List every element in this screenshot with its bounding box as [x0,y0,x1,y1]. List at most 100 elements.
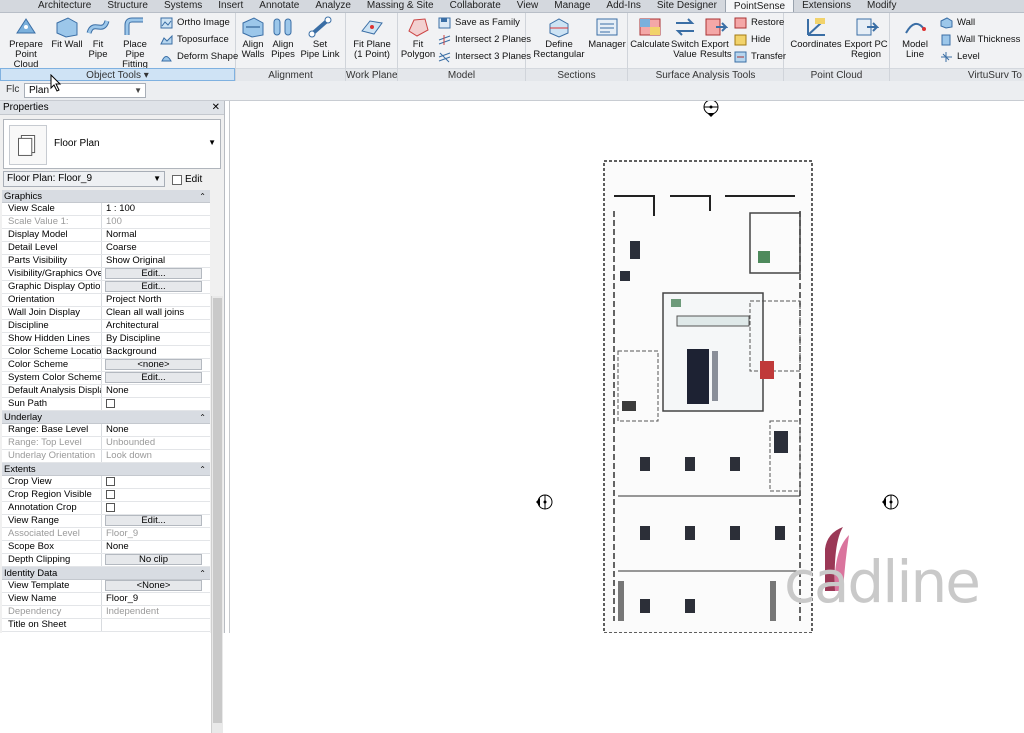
scrollbar-thumb[interactable] [213,298,222,723]
tab-view[interactable]: View [509,0,547,12]
intersect-2-planes-button[interactable]: Intersect 2 Planes [438,32,531,48]
property-edit-button[interactable]: Edit... [105,281,202,292]
property-value[interactable]: None [104,541,210,553]
edit-type-button[interactable]: Edit Type [169,171,222,201]
tab-analyze[interactable]: Analyze [307,0,359,12]
hide-button[interactable]: Hide [734,32,771,48]
group-header[interactable]: Underlay ⌃ [2,411,210,424]
property-value[interactable] [104,619,210,631]
vs-wall-thickness-button[interactable]: Wall Thickness [940,32,1020,48]
coordinates-label: Coordinates [790,39,842,50]
group-header[interactable]: Graphics ⌃ [2,190,210,203]
checkbox[interactable] [106,490,115,499]
switch-value-button[interactable]: Switch Value [670,15,700,60]
collapse-icon[interactable]: ⌃ [199,190,206,203]
checkbox[interactable] [106,399,115,408]
prepare-point-cloud-button[interactable]: Prepare Point Cloud [2,15,50,70]
property-value[interactable]: By Discipline [104,333,210,345]
property-value[interactable]: None [104,385,210,397]
elevation-marker-east[interactable] [882,494,899,510]
fit-plane-button[interactable]: Fit Plane (1 Point) [348,15,396,60]
collapse-icon[interactable]: ⌃ [199,567,206,580]
fit-pipe-button[interactable]: Fit Pipe [84,15,112,60]
property-edit-button[interactable]: Edit... [105,372,202,383]
property-value[interactable]: Architectural [104,320,210,332]
elevation-marker-north[interactable] [703,101,719,117]
fit-pipe-label: Fit Pipe [88,39,108,60]
property-edit-button[interactable]: <none> [105,359,202,370]
ortho-image-button[interactable]: Ortho Image [160,15,230,31]
align-pipes-button[interactable]: Align Pipes [268,15,298,60]
restore-button[interactable]: Restore [734,15,784,31]
tab-extensions[interactable]: Extensions [794,0,859,12]
group-header[interactable]: Identity Data ⌃ [2,567,210,580]
property-value[interactable]: Show Original [104,255,210,267]
property-value[interactable]: Project North [104,294,210,306]
ribbon: Prepare Point Cloud Fit Wall Fit Pipe Pl… [0,13,1024,81]
property-value[interactable]: Floor_9 [104,593,210,605]
property-checkbox-cell[interactable] [104,398,210,410]
plan-select[interactable]: Plan ▼ [24,83,146,98]
collapse-icon[interactable]: ⌃ [199,411,206,424]
export-results-label: Export Results [700,39,732,60]
properties-scrollbar[interactable] [211,296,223,733]
deform-shape-button[interactable]: Deform Shape [160,49,238,65]
set-pipe-link-button[interactable]: Set Pipe Link [298,15,342,60]
property-value[interactable]: 1 : 100 [104,203,210,215]
property-value[interactable]: Background [104,346,210,358]
tab-pointsense[interactable]: PointSense [724,0,795,12]
tab-architecture[interactable]: Architecture [0,0,99,12]
calculate-button[interactable]: Calculate [630,15,670,50]
model-line-button[interactable]: Model Line [892,15,938,60]
tab-annotate[interactable]: Annotate [251,0,307,12]
toposurface-button[interactable]: Toposurface [160,32,229,48]
property-checkbox-cell[interactable] [104,502,210,514]
save-as-family-button[interactable]: Save as Family [438,15,520,31]
fit-polygon-button[interactable]: Fit Polygon [400,15,436,60]
sections-manager-button[interactable]: Manager [588,15,626,50]
property-checkbox-cell[interactable] [104,489,210,501]
vs-level-button[interactable]: Level [940,49,980,65]
place-pipe-fitting-button[interactable]: Place Pipe Fitting [112,15,158,70]
property-checkbox-cell[interactable] [104,476,210,488]
property-value[interactable]: None [104,424,210,436]
elevation-marker-west[interactable] [536,494,553,510]
tab-add-ins[interactable]: Add-Ins [598,0,648,12]
property-value[interactable]: Clean all wall joins [104,307,210,319]
transfer-button[interactable]: Transfer [734,49,786,65]
define-rectangular-button[interactable]: Define Rectangular [530,15,588,60]
panel-title-object-tools[interactable]: Object Tools ▾ [0,68,235,81]
fit-wall-button[interactable]: Fit Wall [50,15,84,50]
tab-systems[interactable]: Systems [156,0,210,12]
tab-insert[interactable]: Insert [210,0,251,12]
collapse-icon[interactable]: ⌃ [199,463,206,476]
close-icon[interactable]: ✕ [212,101,220,115]
property-edit-button[interactable]: <None> [105,580,202,591]
property-edit-button[interactable]: Edit... [105,268,202,279]
type-dropdown-icon: ▼ [208,138,216,147]
group-header[interactable]: Extents ⌃ [2,463,210,476]
tab-structure[interactable]: Structure [99,0,156,12]
mouse-cursor-icon [50,74,62,92]
property-value[interactable]: Normal [104,229,210,241]
tab-massing-site[interactable]: Massing & Site [359,0,442,12]
pipe-link-icon [308,16,332,38]
tab-manage[interactable]: Manage [546,0,598,12]
tab-modify[interactable]: Modify [859,0,904,12]
property-row: Crop View [2,476,210,489]
export-results-button[interactable]: Export Results [700,15,732,60]
checkbox[interactable] [106,503,115,512]
instance-select[interactable]: Floor Plan: Floor_9 ▼ [3,171,165,187]
intersect-3-planes-button[interactable]: Intersect 3 Planes [438,49,531,65]
type-selector[interactable]: Floor Plan ▼ [3,119,221,169]
tab-collaborate[interactable]: Collaborate [442,0,509,12]
tab-site-designer[interactable]: Site Designer [649,0,725,12]
checkbox[interactable] [106,477,115,486]
coordinates-button[interactable]: Coordinates [788,15,844,50]
property-value[interactable]: Coarse [104,242,210,254]
export-pc-region-button[interactable]: Export PC Region [844,15,888,60]
property-edit-button[interactable]: Edit... [105,515,202,526]
property-edit-button[interactable]: No clip [105,554,202,565]
align-walls-button[interactable]: Align Walls [238,15,268,60]
vs-wall-button[interactable]: Wall [940,15,975,31]
